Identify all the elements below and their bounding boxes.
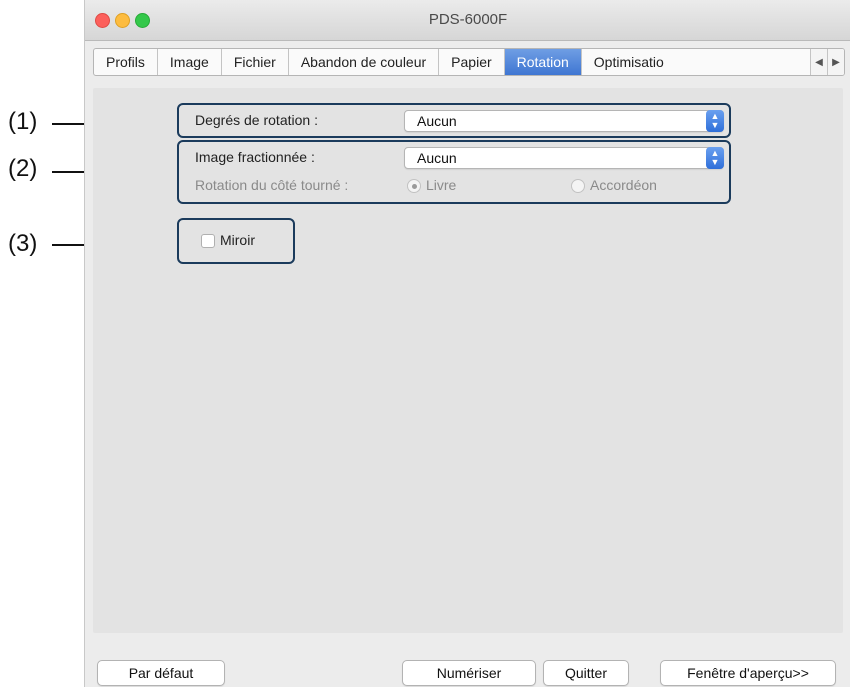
scan-button[interactable]: Numériser [402, 660, 536, 686]
radio-livre[interactable] [407, 179, 421, 193]
radio-selected-dot [412, 184, 417, 189]
radio-accordeon[interactable] [571, 179, 585, 193]
callout-3-label: (3) [8, 230, 38, 257]
callout-1-label: (1) [8, 108, 38, 135]
preview-window-button[interactable]: Fenêtre d'aperçu>> [660, 660, 836, 686]
tab-rotation[interactable]: Rotation [504, 49, 582, 75]
window-title: PDS-6000F [428, 11, 508, 28]
tab-fichier[interactable]: Fichier [222, 49, 289, 75]
tab-next-icon[interactable]: ▶ [827, 49, 844, 75]
mirror-checkbox[interactable] [201, 234, 215, 248]
tab-bar: Profils Image Fichier Abandon de couleur… [93, 48, 845, 76]
select-stepper-icon: ▲ ▼ [706, 110, 724, 132]
split-image-label: Image fractionnée : [195, 149, 315, 165]
tab-papier[interactable]: Papier [439, 49, 505, 75]
callout-2-label: (2) [8, 155, 38, 182]
split-image-select[interactable]: Aucun ▲ ▼ [404, 147, 724, 169]
rotation-panel: Degrés de rotation : Aucun ▲ ▼ Image frac… [93, 88, 843, 633]
rotation-degrees-value: Aucun [417, 113, 457, 129]
tab-prev-icon[interactable]: ◀ [810, 49, 827, 75]
app-window: PDS-6000F Profils Image Fichier Abandon … [84, 0, 850, 687]
title-bar: PDS-6000F [85, 0, 850, 41]
quit-button[interactable]: Quitter [543, 660, 629, 686]
rotation-degrees-label: Degrés de rotation : [195, 112, 318, 128]
tab-profils[interactable]: Profils [94, 49, 158, 75]
rotation-degrees-group: Degrés de rotation : Aucun ▲ ▼ [177, 103, 731, 138]
rotated-side-label: Rotation du côté tourné : [195, 177, 349, 193]
split-image-value: Aucun [417, 150, 457, 166]
mirror-label: Miroir [220, 232, 255, 248]
tab-abandon-de-couleur[interactable]: Abandon de couleur [289, 49, 440, 75]
default-button[interactable]: Par défaut [97, 660, 225, 686]
split-image-group: Image fractionnée : Aucun ▲ ▼ Rotation du… [177, 140, 731, 204]
tab-image[interactable]: Image [158, 49, 222, 75]
select-stepper-icon: ▲ ▼ [706, 147, 724, 169]
radio-livre-label: Livre [426, 177, 457, 193]
tab-scroll-controls: ◀ ▶ [810, 49, 844, 75]
rotation-degrees-select[interactable]: Aucun ▲ ▼ [404, 110, 724, 132]
radio-accordeon-label: Accordéon [590, 177, 657, 193]
mirror-group: Miroir [177, 218, 295, 264]
tab-optimisation[interactable]: Optimisatio [582, 49, 668, 75]
